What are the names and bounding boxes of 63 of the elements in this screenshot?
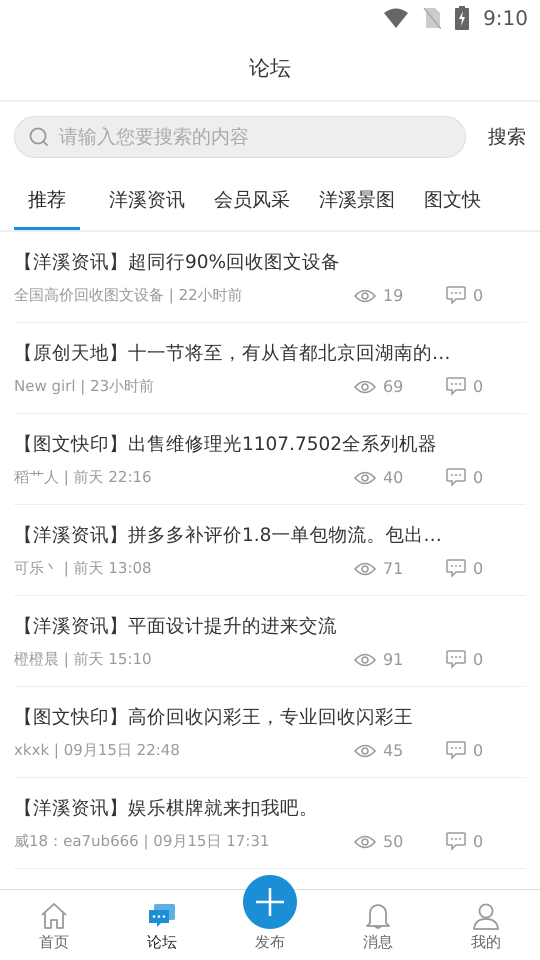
eye-icon — [354, 652, 376, 666]
eye-icon — [354, 288, 376, 302]
eye-icon — [354, 380, 376, 394]
no-sim-icon — [423, 7, 442, 29]
page-title: 论坛 — [249, 55, 291, 82]
category-tab[interactable]: 洋溪景图 — [319, 172, 395, 230]
home-icon — [39, 901, 69, 931]
post-meta: New girl | 23小时前 — [14, 377, 156, 396]
post-title[interactable]: 【洋溪资讯】拼多多补评价1.8一单包物流。包出… — [14, 522, 526, 547]
comment-icon — [446, 741, 466, 760]
category-tab[interactable]: 洋溪资讯 — [109, 172, 185, 230]
category-tab[interactable]: 会员风采 — [214, 172, 290, 230]
view-count: 40 — [383, 468, 404, 487]
nav-tab[interactable]: 发布 — [216, 864, 324, 960]
nav-tab[interactable]: 首页 — [0, 890, 108, 960]
post-title[interactable]: 【图文快印】出售维修理光1107.7502全系列机器 — [14, 431, 526, 456]
post-meta: 威18：ea7ub666 | 09月15日 17:31 — [14, 832, 270, 851]
view-count: 71 — [383, 559, 404, 578]
comment-count: 0 — [473, 832, 484, 851]
view-count: 50 — [383, 832, 404, 851]
comment-count: 0 — [473, 377, 484, 396]
category-tab[interactable]: 推荐 — [14, 172, 80, 230]
eye-icon — [354, 470, 376, 484]
comment-count: 0 — [473, 741, 484, 760]
nav-tab[interactable]: 消息 — [324, 890, 432, 960]
nav-tab[interactable]: 我的 — [432, 890, 540, 960]
post-meta: 橙橙晨 | 前天 15:10 — [14, 650, 153, 669]
search-field[interactable]: 请输入您要搜索的内容 — [14, 116, 466, 158]
view-count: 45 — [383, 741, 404, 760]
comment-count: 0 — [473, 559, 484, 578]
comment-count: 0 — [473, 650, 484, 669]
post-meta: 稻艹人 | 前天 22:16 — [14, 468, 153, 487]
battery-icon — [455, 6, 470, 30]
post-title[interactable]: 【洋溪资讯】娱乐棋牌就来扣我吧。 — [14, 795, 526, 820]
comment-icon — [446, 286, 466, 305]
view-count: 91 — [383, 650, 404, 669]
clock-time: 9:10 — [483, 6, 528, 30]
eye-icon — [354, 834, 376, 848]
view-count: 69 — [383, 377, 404, 396]
person-icon — [471, 901, 501, 931]
eye-icon — [354, 744, 376, 758]
comment-icon — [446, 377, 466, 396]
post-meta: 全国高价回收图文设备 | 22小时前 — [14, 286, 244, 305]
view-count: 19 — [383, 286, 404, 305]
comment-icon — [446, 832, 466, 851]
post-meta: 可乐丶 | 前天 13:08 — [14, 559, 153, 578]
category-tab[interactable]: 图文快 — [424, 172, 481, 230]
bell-icon — [363, 901, 393, 931]
post-title[interactable]: 【原创天地】十一节将至，有从首都北京回湖南的… — [14, 340, 526, 365]
post-title[interactable]: 【图文快印】高价回收闪彩王，专业回收闪彩王 — [14, 704, 526, 729]
comment-count: 0 — [473, 468, 484, 487]
post-title[interactable]: 【洋溪资讯】平面设计提升的进来交流 — [14, 613, 526, 638]
wifi-icon — [383, 8, 410, 28]
post-meta: xkxk | 09月15日 22:48 — [14, 741, 181, 760]
nav-tab[interactable]: 论坛 — [108, 890, 216, 960]
post-title[interactable]: 【洋溪资讯】超同行90%回收图文设备 — [14, 249, 526, 274]
eye-icon — [354, 562, 376, 576]
search-icon — [28, 126, 50, 148]
comment-icon — [446, 559, 466, 578]
comment-count: 0 — [473, 286, 484, 305]
search-button[interactable]: 搜索 — [488, 124, 526, 150]
comment-icon — [446, 468, 466, 487]
comment-icon — [446, 650, 466, 669]
